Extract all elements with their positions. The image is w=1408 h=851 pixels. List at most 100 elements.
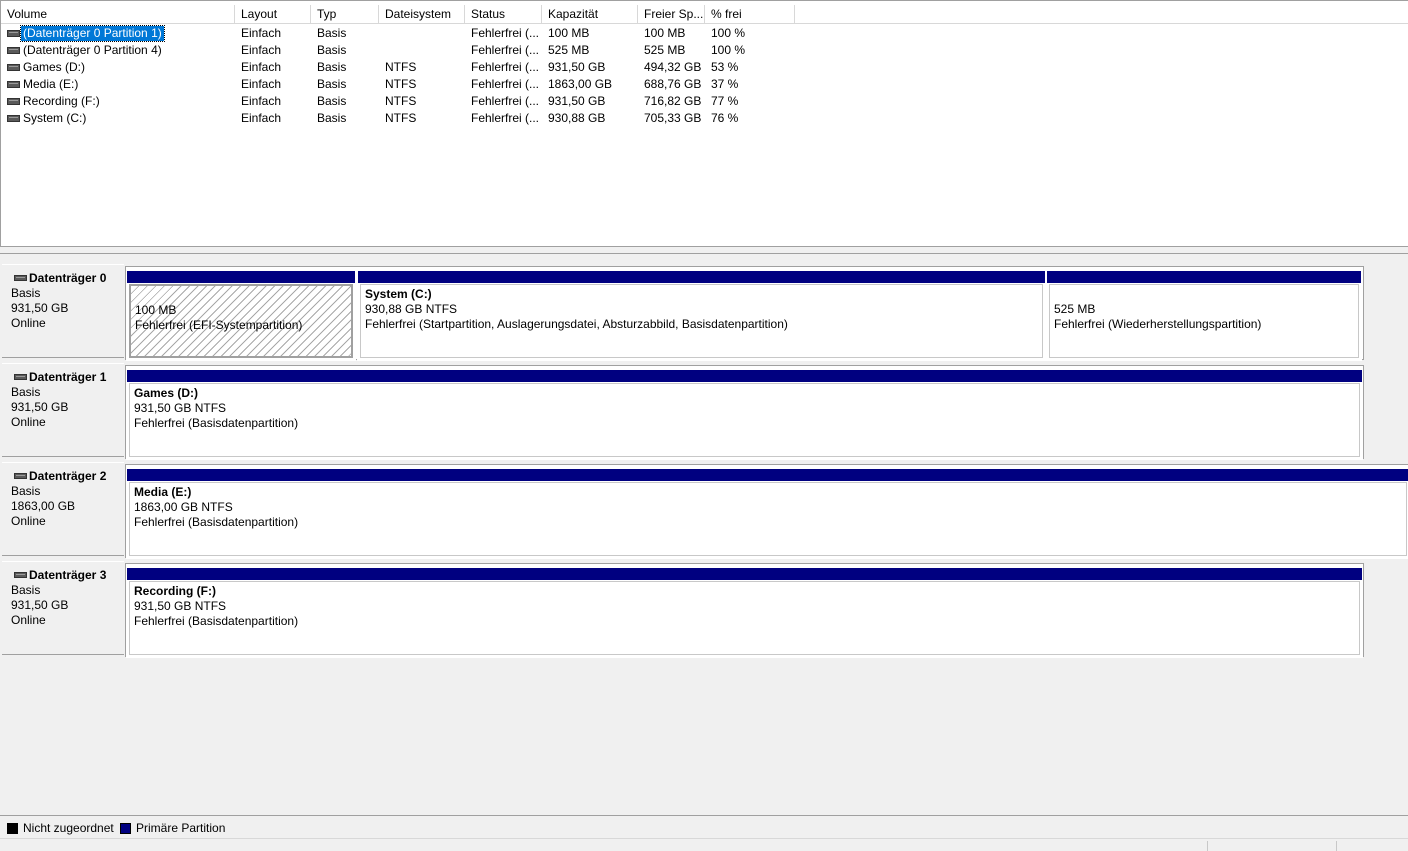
disk-type: Basis bbox=[11, 385, 41, 399]
legend-primary-label: Primäre Partition bbox=[136, 821, 226, 835]
status-bar-separator bbox=[1336, 841, 1337, 851]
partition-color-bar bbox=[127, 271, 355, 283]
volume-cell-frei: 716,82 GB bbox=[644, 94, 702, 108]
volume-row[interactable]: (Datenträger 0 Partition 4) Einfach Basis F… bbox=[1, 42, 1408, 59]
volume-name: Games (D:) bbox=[23, 60, 86, 74]
partition-block[interactable]: System (C:) 930,88 GB NTFS Fehlerfrei (Sta… bbox=[357, 267, 1046, 361]
partition-color-bar bbox=[127, 370, 1362, 382]
volume-cell-dateisystem: NTFS bbox=[385, 60, 417, 74]
column-header-freier-speicher[interactable]: Freier Sp... bbox=[638, 5, 705, 24]
column-header-kapazitaet[interactable]: Kapazität bbox=[542, 5, 638, 24]
volume-cell-dateisystem: NTFS bbox=[385, 77, 417, 91]
volume-list[interactable]: Volume Layout Typ Dateisystem Status Kap… bbox=[0, 0, 1408, 246]
volume-name: Media (E:) bbox=[23, 77, 79, 91]
drive-icon bbox=[7, 81, 20, 88]
partition-size: 931,50 GB NTFS bbox=[134, 599, 227, 613]
partition-status: Fehlerfrei (Basisdatenpartition) bbox=[134, 416, 299, 430]
volume-name: (Datenträger 0 Partition 4) bbox=[23, 43, 162, 57]
volume-cell-dateisystem bbox=[379, 42, 465, 59]
legend-primary: Primäre Partition bbox=[120, 821, 225, 835]
disk-row: Datenträger 3 Basis 931,50 GB Online Recordi… bbox=[0, 557, 1408, 658]
volume-cell-kapazitaet: 100 MB bbox=[548, 26, 590, 40]
disk-name: Datenträger 1 bbox=[11, 370, 124, 385]
column-header-volume[interactable]: Volume bbox=[1, 5, 235, 24]
disk-state: Online bbox=[11, 415, 46, 429]
volume-cell-kapazitaet: 931,50 GB bbox=[548, 60, 606, 74]
disk-state: Online bbox=[11, 613, 46, 627]
partition-size: 930,88 GB NTFS bbox=[365, 302, 458, 316]
volume-name: (Datenträger 0 Partition 1) bbox=[20, 25, 165, 42]
column-header-typ[interactable]: Typ bbox=[311, 5, 379, 24]
disk-label[interactable]: Datenträger 0 Basis 931,50 GB Online bbox=[2, 264, 124, 358]
column-header-dateisystem[interactable]: Dateisystem bbox=[379, 5, 465, 24]
volume-cell-layout: Einfach bbox=[241, 77, 282, 91]
disk-name-text: Datenträger 2 bbox=[29, 469, 107, 483]
partition-block[interactable]: Media (E:) 1863,00 GB NTFS Fehlerfrei (Bas… bbox=[126, 465, 1408, 559]
primary-partition-swatch bbox=[120, 823, 131, 834]
disk-state: Online bbox=[11, 316, 46, 330]
volume-cell-frei: 688,76 GB bbox=[644, 77, 702, 91]
partition-status: Fehlerfrei (Basisdatenpartition) bbox=[134, 515, 299, 529]
partition-size: 525 MB bbox=[1054, 302, 1096, 316]
volume-rows: (Datenträger 0 Partition 1) Einfach Basis F… bbox=[1, 25, 1408, 127]
volume-cell-layout: Einfach bbox=[241, 60, 282, 74]
volume-cell-kapazitaet: 931,50 GB bbox=[548, 94, 606, 108]
volume-cell-layout: Einfach bbox=[241, 111, 282, 125]
volume-cell-kapazitaet: 525 MB bbox=[548, 43, 590, 57]
column-header-prozent-frei[interactable]: % frei bbox=[705, 5, 795, 24]
drive-icon bbox=[7, 47, 20, 54]
partition-block[interactable]: 525 MB Fehlerfrei (Wiederherstellungspart… bbox=[1046, 267, 1362, 361]
volume-cell-typ: Basis bbox=[317, 111, 347, 125]
disk-label[interactable]: Datenträger 3 Basis 931,50 GB Online bbox=[2, 561, 124, 655]
partition-name: Media (E:) bbox=[134, 485, 192, 499]
partition-block[interactable]: 100 MB Fehlerfrei (EFI-Systempartition) bbox=[126, 267, 356, 361]
disk-state: Online bbox=[11, 514, 46, 528]
column-header-layout[interactable]: Layout bbox=[235, 5, 311, 24]
partition-name: Recording (F:) bbox=[134, 584, 216, 598]
partition-name: System (C:) bbox=[365, 287, 432, 301]
volume-row[interactable]: Games (D:) Einfach Basis NTFS Fehlerfrei (..… bbox=[1, 59, 1408, 76]
volume-row[interactable]: (Datenträger 0 Partition 1) Einfach Basis F… bbox=[1, 25, 1408, 42]
volume-cell-typ: Basis bbox=[317, 77, 347, 91]
volume-cell-typ: Basis bbox=[317, 26, 347, 40]
volume-cell-typ: Basis bbox=[317, 94, 347, 108]
disk-partitions: Media (E:) 1863,00 GB NTFS Fehlerfrei (Bas… bbox=[125, 464, 1408, 559]
volume-row[interactable]: Media (E:) Einfach Basis NTFS Fehlerfrei (..… bbox=[1, 76, 1408, 93]
partition-info: Media (E:) 1863,00 GB NTFS Fehlerfrei (Bas… bbox=[129, 482, 1407, 556]
partition-info: Recording (F:) 931,50 GB NTFS Fehlerfrei (… bbox=[129, 581, 1360, 655]
disk-row: Datenträger 2 Basis 1863,00 GB Online Media … bbox=[0, 458, 1408, 559]
volume-cell-frei: 494,32 GB bbox=[644, 60, 702, 74]
disk-size: 931,50 GB bbox=[11, 598, 69, 612]
disk-type: Basis bbox=[11, 286, 41, 300]
partition-block[interactable]: Recording (F:) 931,50 GB NTFS Fehlerfrei (… bbox=[126, 564, 1363, 658]
volume-name: Recording (F:) bbox=[23, 94, 100, 108]
disk-name-text: Datenträger 0 bbox=[29, 271, 107, 285]
drive-icon bbox=[7, 115, 20, 122]
volume-cell-layout: Einfach bbox=[241, 26, 282, 40]
column-header-status[interactable]: Status bbox=[465, 5, 542, 24]
partition-color-bar bbox=[127, 568, 1362, 580]
partition-status: Fehlerfrei (Basisdatenpartition) bbox=[134, 614, 299, 628]
volume-cell-status: Fehlerfrei (... bbox=[471, 43, 540, 57]
volume-list-header: Volume Layout Typ Dateisystem Status Kap… bbox=[1, 5, 1408, 24]
partition-info: System (C:) 930,88 GB NTFS Fehlerfrei (Sta… bbox=[360, 284, 1043, 358]
partition-block[interactable]: Games (D:) 931,50 GB NTFS Fehlerfrei (Basi… bbox=[126, 366, 1363, 460]
volume-cell-prozent: 100 % bbox=[711, 26, 746, 40]
partition-size: 931,50 GB NTFS bbox=[134, 401, 227, 415]
volume-cell-typ: Basis bbox=[317, 60, 347, 74]
status-bar-separator bbox=[1207, 841, 1208, 851]
volume-row[interactable]: Recording (F:) Einfach Basis NTFS Fehlerfrei… bbox=[1, 93, 1408, 110]
disk-size: 931,50 GB bbox=[11, 301, 69, 315]
disk-icon bbox=[14, 572, 27, 578]
volume-cell-prozent: 76 % bbox=[711, 111, 739, 125]
volume-cell-dateisystem bbox=[379, 25, 465, 42]
legend-unallocated: Nicht zugeordnet bbox=[7, 821, 114, 835]
pane-splitter[interactable] bbox=[0, 246, 1408, 254]
volume-cell-prozent: 37 % bbox=[711, 77, 739, 91]
disk-label[interactable]: Datenträger 1 Basis 931,50 GB Online bbox=[2, 363, 124, 457]
volume-cell-kapazitaet: 930,88 GB bbox=[548, 111, 606, 125]
disk-size: 1863,00 GB bbox=[11, 499, 76, 513]
disk-label[interactable]: Datenträger 2 Basis 1863,00 GB Online bbox=[2, 462, 124, 556]
volume-row[interactable]: System (C:) Einfach Basis NTFS Fehlerfrei (.… bbox=[1, 110, 1408, 127]
partition-color-bar bbox=[127, 469, 1408, 481]
